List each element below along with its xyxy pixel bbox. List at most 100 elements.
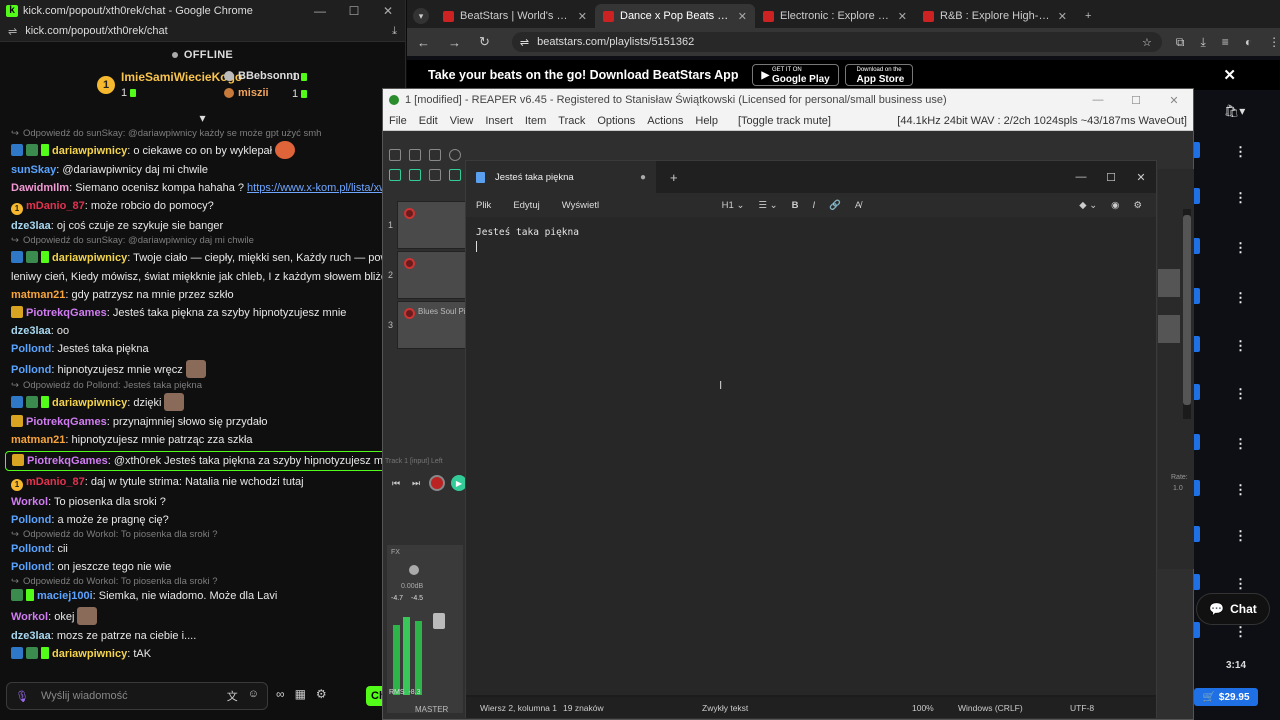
tab-search-icon[interactable]: ▾	[413, 8, 429, 24]
menu-view[interactable]: View	[450, 115, 474, 127]
fx-label[interactable]: FX	[391, 549, 400, 556]
chat-username[interactable]: mDanio_87	[26, 200, 85, 212]
kick-url[interactable]: kick.com/popout/xth0rek/chat	[25, 25, 167, 37]
row-more-icon[interactable]: ⋮	[1234, 290, 1247, 306]
minimize-icon[interactable]: —	[303, 4, 337, 18]
notepad-tab[interactable]: Jesteś taka piękna ●	[466, 161, 656, 193]
address-bar[interactable]: ⇌ beatstars.com/playlists/5151362 ☆	[511, 32, 1162, 52]
record-arm-icon[interactable]	[404, 258, 415, 269]
skip-back-icon[interactable]: ⏮	[389, 476, 403, 490]
download-icon[interactable]: ⤓	[1200, 35, 1205, 50]
status-encoding[interactable]: UTF-8	[1070, 703, 1094, 713]
download-icon[interactable]: ⤓	[392, 25, 397, 38]
new-tab-icon[interactable]: +	[670, 170, 678, 185]
chat-message-list[interactable]: ↪ Odpowiedź do sunSkay: @dariawpiwnicy ka…	[0, 128, 406, 676]
record-button[interactable]	[429, 475, 445, 491]
menu-actions[interactable]: Actions	[647, 115, 683, 127]
back-icon[interactable]: ←	[417, 35, 430, 50]
link-icon[interactable]: 🔗	[829, 200, 841, 211]
waveform-item[interactable]	[1158, 315, 1180, 343]
tab-close-icon[interactable]: ✕	[1058, 10, 1067, 23]
close-banner-icon[interactable]: ✕	[1223, 66, 1236, 84]
bookmark-star-icon[interactable]: ☆	[1142, 36, 1152, 49]
microphone-icon[interactable]: 🎙	[15, 690, 29, 703]
tab-close-icon[interactable]: ✕	[898, 10, 907, 23]
menu-help[interactable]: Help	[695, 115, 718, 127]
row-more-icon[interactable]: ⋮	[1234, 240, 1247, 256]
chat-username[interactable]: Pollond	[11, 543, 51, 555]
track-row[interactable]: 1	[388, 201, 467, 249]
menu-wyswietl[interactable]: Wyświetl	[562, 200, 599, 211]
site-settings-icon[interactable]: ⇌	[8, 25, 17, 38]
unsaved-dot-icon[interactable]: ●	[640, 172, 646, 183]
minimize-icon[interactable]: —	[1079, 94, 1117, 107]
media-icon[interactable]: ≡	[1222, 35, 1229, 50]
maximize-icon[interactable]: ☐	[337, 4, 371, 18]
ripple-icon[interactable]	[389, 169, 401, 181]
gifter-entry[interactable]: BBebsonnn	[224, 70, 300, 82]
status-zoom[interactable]: 100%	[912, 703, 934, 713]
save-project-icon[interactable]	[429, 149, 441, 161]
google-play-button[interactable]: ▶ GET IT ON Google Play	[752, 64, 839, 86]
price-button[interactable]: 🛒 $29.95	[1194, 688, 1258, 706]
text-editor[interactable]: Jesteś taka piękna	[466, 217, 1156, 695]
menu-plik[interactable]: Plik	[476, 200, 491, 211]
chat-username[interactable]: dze3laa	[11, 220, 51, 232]
menu-edytuj[interactable]: Edytuj	[513, 200, 539, 211]
row-more-icon[interactable]: ⋮	[1234, 338, 1247, 354]
chat-username[interactable]: Workol	[11, 496, 48, 508]
chat-username[interactable]: dze3laa	[11, 630, 51, 642]
tab-rnb[interactable]: R&B : Explore High-Quality R&B✕	[915, 4, 1075, 28]
copilot-icon[interactable]: ◆ ⌄	[1079, 200, 1097, 211]
maximize-icon[interactable]: ☐	[1117, 94, 1155, 107]
row-more-icon[interactable]: ⋮	[1234, 576, 1247, 592]
settings-gear-icon[interactable]: ⚙	[1133, 200, 1142, 211]
profile-icon[interactable]: ◐	[1245, 35, 1252, 50]
clear-format-icon[interactable]: A̸	[855, 200, 861, 211]
chat-username[interactable]: Workol	[11, 611, 48, 623]
emoji-icon[interactable]: ☺	[248, 688, 259, 704]
tab-electronic[interactable]: Electronic : Explore High-Qualit✕	[755, 4, 915, 28]
chat-username[interactable]: matman21	[11, 434, 65, 446]
menu-edit[interactable]: Edit	[419, 115, 438, 127]
record-arm-icon[interactable]	[404, 208, 415, 219]
heading-dropdown[interactable]: H1 ⌄	[722, 200, 745, 211]
tab-beatstars[interactable]: BeatStars | World's #1 Music Ma✕	[435, 4, 595, 28]
chat-username[interactable]: Pollond	[11, 561, 51, 573]
chat-input[interactable]: 🎙 Wyślij wiadomość 文 ☺	[6, 682, 268, 710]
list-dropdown-icon[interactable]: ☰ ⌄	[758, 200, 777, 211]
info-icon[interactable]	[449, 149, 461, 161]
tab-dance-pop[interactable]: Dance x Pop Beats by Fantom -✕	[595, 4, 755, 28]
chat-username[interactable]: Pollond	[11, 364, 51, 376]
snap-icon[interactable]	[449, 169, 461, 181]
chat-username[interactable]: Pollond	[11, 343, 51, 355]
chat-username[interactable]: mDanio_87	[26, 476, 85, 488]
chat-username[interactable]: dariawpiwnicy	[52, 397, 127, 409]
chat-username[interactable]: dariawpiwnicy	[52, 145, 127, 157]
reaper-scroll-thumb[interactable]	[1183, 215, 1191, 405]
tab-close-icon[interactable]: ✕	[738, 10, 747, 23]
tab-close-icon[interactable]: ✕	[578, 10, 587, 23]
settings-gear-icon[interactable]: ⚙	[316, 687, 327, 701]
chat-username[interactable]: matman21	[11, 289, 65, 301]
reload-icon[interactable]: ↻	[479, 34, 490, 50]
row-more-icon[interactable]: ⋮	[1234, 190, 1247, 206]
chat-username[interactable]: sunSkay	[11, 164, 56, 176]
cart-icon[interactable]: 🛍▾	[1224, 104, 1245, 118]
master-fader[interactable]	[433, 613, 445, 629]
extensions-icon[interactable]: ⧉	[1176, 35, 1185, 50]
skip-forward-icon[interactable]: ⏭	[409, 476, 423, 490]
loop-icon[interactable]	[409, 169, 421, 181]
row-more-icon[interactable]: ⋮	[1234, 528, 1247, 544]
gift-icon[interactable]: ∞	[276, 687, 285, 701]
chat-floating-button[interactable]: 💬 Chat	[1197, 594, 1269, 624]
italic-icon[interactable]: I	[812, 200, 815, 211]
chat-username[interactable]: dariawpiwnicy	[52, 648, 127, 660]
status-line-endings[interactable]: Windows (CRLF)	[958, 703, 1023, 713]
chat-username[interactable]: dariawpiwnicy	[52, 252, 127, 264]
track-row[interactable]: 3 Blues Soul Pi	[388, 301, 467, 349]
close-icon[interactable]: ✕	[1126, 171, 1156, 184]
pinned-toggle-icon[interactable]: ▾	[0, 112, 405, 126]
waveform-item[interactable]	[1158, 269, 1180, 297]
row-more-icon[interactable]: ⋮	[1234, 482, 1247, 498]
